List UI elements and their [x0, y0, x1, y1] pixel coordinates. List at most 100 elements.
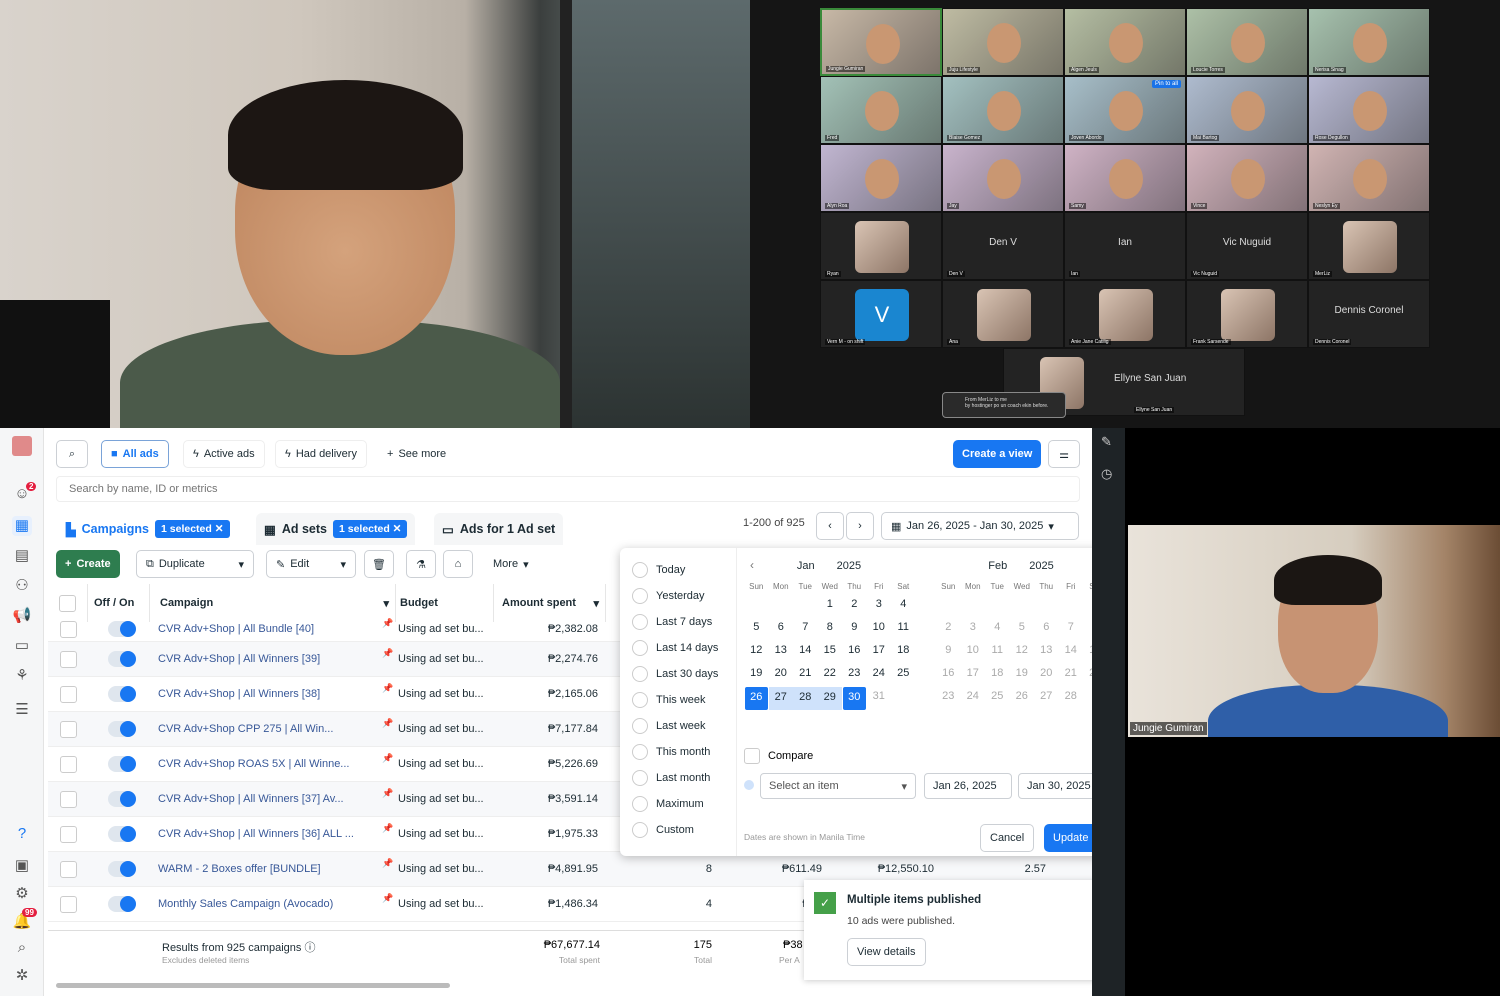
day-cell[interactable]: 8 — [818, 617, 843, 640]
row-checkbox[interactable] — [60, 621, 77, 638]
day-cell[interactable]: 25 — [891, 663, 916, 686]
selected-chip[interactable]: 1 selected ✕ — [332, 520, 408, 538]
create-view-button[interactable]: Create a view — [953, 440, 1042, 468]
campaign-name-link[interactable]: CVR Adv+Shop CPP 275 | All Win... — [158, 723, 378, 735]
settings-icon[interactable]: ⚙ — [12, 884, 32, 904]
day-cell[interactable]: 6 — [769, 617, 794, 640]
status-toggle[interactable] — [108, 686, 136, 702]
campaign-name-link[interactable]: CVR Adv+Shop | All Winners [36] ALL ... — [158, 828, 378, 840]
preset-option[interactable]: Custom — [632, 822, 694, 838]
update-button[interactable]: Update — [1044, 824, 1098, 852]
status-toggle[interactable] — [108, 861, 136, 877]
radio[interactable] — [632, 770, 648, 786]
compare-select[interactable]: Select an item ▾ — [760, 773, 916, 799]
select-all-checkbox[interactable] — [59, 594, 76, 612]
participant-tile[interactable]: Alyn Roa — [820, 144, 942, 212]
tab-ad-sets[interactable]: ▦ Ad sets 1 selected ✕ — [256, 513, 416, 545]
day-cell[interactable]: 12 — [1010, 640, 1035, 663]
row-checkbox[interactable] — [60, 686, 77, 703]
radio[interactable] — [632, 718, 648, 734]
status-toggle[interactable] — [108, 721, 136, 737]
radio[interactable] — [632, 744, 648, 760]
status-toggle[interactable] — [108, 826, 136, 842]
start-date-input[interactable]: Jan 26, 2025 — [924, 773, 1012, 799]
radio[interactable] — [632, 640, 648, 656]
participant-tile[interactable]: V Vern M - on shift — [820, 280, 942, 348]
radio[interactable] — [632, 562, 648, 578]
day-cell[interactable]: 19 — [744, 663, 769, 686]
row-checkbox[interactable] — [60, 896, 77, 913]
day-cell[interactable]: 2 — [936, 617, 961, 640]
filter-had-delivery[interactable]: ϟ Had delivery — [275, 440, 367, 468]
next-page-button[interactable]: › — [846, 512, 874, 540]
pin-icon[interactable]: 📌 — [382, 683, 393, 694]
pin-icon[interactable]: 📌 — [382, 753, 393, 764]
campaigns-table-icon[interactable]: ▦ — [12, 516, 32, 536]
day-cell[interactable]: 23 — [936, 686, 961, 709]
day-cell[interactable]: 14 — [1059, 640, 1084, 663]
campaign-name-link[interactable]: Monthly Sales Campaign (Avocado) — [158, 898, 378, 910]
row-checkbox[interactable] — [60, 861, 77, 878]
pin-icon[interactable]: 📌 — [382, 648, 393, 659]
preset-option[interactable]: This month — [632, 744, 710, 760]
preset-option[interactable]: Last 7 days — [632, 614, 712, 630]
edit-button[interactable]: ✎ Edit ▾ — [266, 550, 356, 578]
participant-tile[interactable]: Ryan — [820, 212, 942, 280]
participant-tile[interactable]: Juju Lifestyle — [942, 8, 1064, 76]
participant-tile[interactable]: Fred — [820, 76, 942, 144]
search-button[interactable]: ⌕ — [56, 440, 88, 468]
day-cell[interactable]: 26 — [1010, 686, 1035, 709]
day-cell[interactable]: 7 — [793, 617, 818, 640]
compare-checkbox[interactable]: Compare — [744, 748, 813, 764]
status-toggle[interactable] — [108, 621, 136, 637]
filter-active-ads[interactable]: ϟ Active ads — [183, 440, 265, 468]
date-range-picker[interactable]: ▦ Jan 26, 2025 - Jan 30, 2025 ▾ — [881, 512, 1079, 540]
view-details-button[interactable]: View details — [847, 938, 926, 966]
participant-tile[interactable]: Vic Nuguid Vic Nuguid — [1186, 212, 1308, 280]
participant-tile[interactable]: Nerisa Sinag — [1308, 8, 1430, 76]
participant-tile[interactable]: Dennis Coronel Dennis Coronel — [1308, 280, 1430, 348]
preset-option[interactable]: Last 14 days — [632, 640, 718, 656]
status-toggle[interactable] — [108, 791, 136, 807]
pages-icon[interactable]: ▤ — [12, 546, 32, 566]
day-cell[interactable]: 25 — [985, 686, 1010, 709]
day-cell[interactable]: 15 — [818, 640, 843, 663]
day-cell[interactable]: 10 — [867, 617, 892, 640]
participant-tile[interactable]: Mai Bartog — [1186, 76, 1308, 144]
billing-icon[interactable]: ▭ — [12, 636, 32, 656]
day-cell[interactable]: 18 — [891, 640, 916, 663]
row-checkbox[interactable] — [60, 756, 77, 773]
day-cell[interactable]: 4 — [985, 617, 1010, 640]
participant-tile[interactable]: Samy — [1064, 144, 1186, 212]
participant-tile[interactable]: Loucie Torres — [1186, 8, 1308, 76]
preset-option[interactable]: Last month — [632, 770, 710, 786]
day-cell[interactable]: 23 — [842, 663, 867, 686]
day-cell[interactable]: 14 — [793, 640, 818, 663]
participant-tile[interactable]: Rose Degullon — [1308, 76, 1430, 144]
participant-tile[interactable]: Ana — [942, 280, 1064, 348]
preset-option[interactable]: Last 30 days — [632, 666, 718, 682]
day-cell[interactable]: 27 — [768, 687, 793, 710]
day-cell[interactable]: 12 — [744, 640, 769, 663]
participant-tile[interactable]: Neslyn Ey — [1308, 144, 1430, 212]
help-icon[interactable]: ? — [12, 824, 32, 844]
duplicate-button[interactable]: ⧉ Duplicate ▾ — [136, 550, 254, 578]
day-cell[interactable]: 11 — [891, 617, 916, 640]
info-icon[interactable]: ⓘ — [304, 942, 315, 954]
more-button[interactable]: More ▾ — [484, 550, 538, 578]
day-cell[interactable]: 28 — [793, 687, 818, 710]
day-cell[interactable]: 11 — [985, 640, 1010, 663]
day-cell[interactable]: 10 — [961, 640, 986, 663]
day-cell[interactable]: 30 — [843, 687, 866, 710]
caret-down-icon[interactable]: ▾ — [238, 558, 244, 571]
participant-tile[interactable]: Jungie Gumiran — [820, 8, 942, 76]
participant-tile[interactable]: Pin to all Joven Abordo — [1064, 76, 1186, 144]
participant-tile[interactable]: Den V Den V — [942, 212, 1064, 280]
status-toggle[interactable] — [108, 756, 136, 772]
participant-tile[interactable]: Ian Ian — [1064, 212, 1186, 280]
tab-ads[interactable]: ▭ Ads for 1 Ad set — [434, 513, 564, 545]
day-cell[interactable]: 5 — [744, 617, 769, 640]
campaign-name-link[interactable]: CVR Adv+Shop | All Bundle [40] — [158, 623, 378, 635]
pin-icon[interactable]: 📌 — [382, 618, 393, 629]
radio[interactable] — [632, 822, 648, 838]
